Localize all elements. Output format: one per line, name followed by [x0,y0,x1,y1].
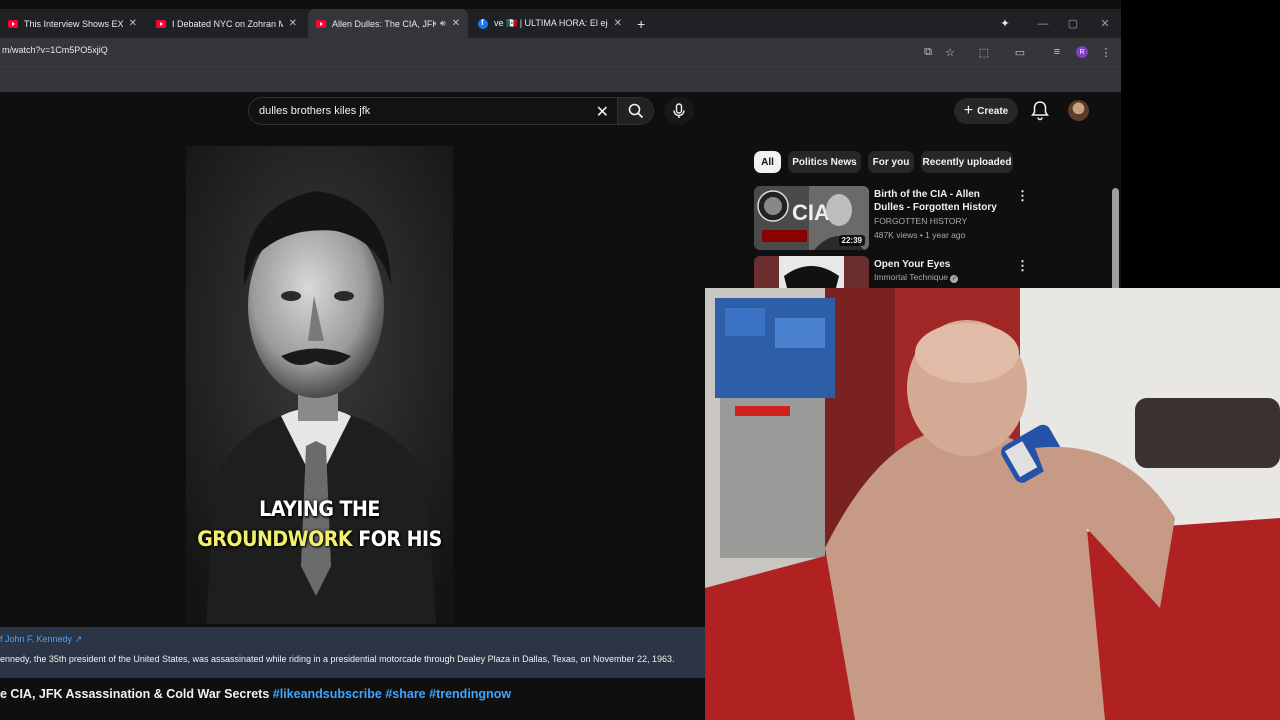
youtube-icon [156,19,166,28]
tab-title: ve 🇲🇽 | ULTIMA HORA: El ejército [494,18,608,28]
close-icon[interactable]: ✕ [452,18,460,29]
window-close-icon[interactable]: ✕ [1090,9,1120,38]
bookmark-star-icon[interactable]: ☆ [942,44,958,60]
cast-icon[interactable]: ⧉ [920,44,936,60]
more-actions-icon[interactable]: ⋮ [1016,258,1029,274]
caption-highlight: GROUNDWORK [197,527,353,552]
tab-title: This Interview Shows EXACTLY W [24,18,123,29]
extensions-icon[interactable]: ⬚ [976,44,992,60]
recommendation-meta: 487K views • 1 year ago [874,230,966,240]
recommendation-title[interactable]: Open Your Eyes [874,258,1009,271]
tab-4[interactable]: ve 🇲🇽 | ULTIMA HORA: El ejército ✕ [470,9,630,38]
new-tab-button[interactable]: + [633,9,653,38]
bookmarks-bar [0,66,1121,92]
caption-line-1: LAYING THE [259,497,380,522]
clear-search-icon[interactable]: ✕ [596,102,609,122]
maximize-icon[interactable]: ▢ [1058,9,1088,38]
chip-for-you[interactable]: For you [868,151,914,173]
search-input[interactable]: dulles brothers kiles jfk ✕ [248,97,618,125]
tab-title: Allen Dulles: The CIA, JFK A [332,18,436,29]
video-title: e CIA, JFK Assassination & Cold War Secr… [0,687,511,701]
user-avatar[interactable] [1068,100,1089,121]
recommendation-title[interactable]: Birth of the CIA - Allen Dulles - Forgot… [874,188,1009,214]
search-button[interactable] [618,97,654,125]
create-label: Create [977,105,1009,117]
create-button[interactable]: + Create [954,98,1018,124]
context-info-panel: f John F. Kennedy ↗ ennedy, the 35th pre… [0,627,705,678]
youtube-icon [316,19,326,28]
profile-avatar-icon[interactable]: R [1076,46,1088,58]
video-thumbnail[interactable]: CIA 22:39 [754,186,869,250]
notifications-bell-icon[interactable] [1030,100,1050,122]
search-icon [628,103,643,119]
plus-icon: + [963,102,974,119]
tab-2[interactable]: I Debated NYC on Zohran Mam ✕ [148,9,305,38]
verified-badge-icon: ✓ [950,275,959,283]
webcam-video-feed [705,288,1280,720]
media-queue-icon[interactable]: ≡ [1049,44,1065,60]
minimize-icon[interactable]: — [1028,9,1058,38]
video-frame[interactable]: LAYING THE GROUNDWORK FOR HIS [186,146,453,624]
sparkle-icon[interactable]: ✦ [990,9,1020,38]
video-hashtags[interactable]: #likeandsubscribe #share #trendingnow [273,687,511,701]
close-icon[interactable]: ✕ [289,18,297,29]
search-query[interactable]: dulles brothers kiles jfk [259,105,370,117]
tab-strip: This Interview Shows EXACTLY W ✕ I Debat… [0,9,1121,38]
video-player[interactable]: LAYING THE GROUNDWORK FOR HIS [0,130,705,626]
external-link-icon: ↗ [74,634,83,644]
chip-politics-news[interactable]: Politics News [788,151,861,173]
video-caption: LAYING THE GROUNDWORK FOR HIS [186,495,453,554]
thumbnail-text: CIA [792,200,830,225]
video-duration: 22:39 [838,235,865,246]
voice-search-button[interactable] [664,97,694,125]
tab-3-active[interactable]: Allen Dulles: The CIA, JFK A 🔊︎ ✕ [308,9,468,38]
caption-rest: FOR HIS [358,527,442,552]
recommendation-item[interactable]: CIA 22:39 Birth of the CIA - Allen Dulle… [754,186,1034,252]
wikipedia-snippet: ennedy, the 35th president of the United… [0,654,675,664]
speaker-icon[interactable]: 🔊︎ [440,18,446,29]
channel-name: Immortal Technique [874,272,949,282]
youtube-icon [8,19,18,28]
tab-1[interactable]: This Interview Shows EXACTLY W ✕ [0,9,145,38]
recommendation-channel[interactable]: FORGOTTEN HISTORY [874,216,967,226]
recommendation-channel[interactable]: Immortal Technique ✓ [874,272,959,283]
chip-all[interactable]: All [754,151,781,173]
close-icon[interactable]: ✕ [129,18,137,29]
kebab-menu-icon[interactable]: ⋮ [1098,44,1114,60]
close-icon[interactable]: ✕ [614,18,622,29]
tab-title: I Debated NYC on Zohran Mam [172,18,283,29]
url-field[interactable]: m/watch?v=1Cm5PO5xjiQ [2,45,108,55]
webcam-overlay [705,288,1280,720]
more-actions-icon[interactable]: ⋮ [1016,188,1029,204]
address-bar: m/watch?v=1Cm5PO5xjiQ ⧉ ☆ ⬚ ▭ ≡ R ⋮ [0,38,1121,66]
wikipedia-link[interactable]: f John F. Kennedy ↗ [0,634,82,645]
wikipedia-link-text: f John F. Kennedy [0,634,73,644]
caption-line-2: GROUNDWORK FOR HIS [186,525,453,555]
chip-recently-uploaded[interactable]: Recently uploaded [921,151,1013,173]
sidepanel-icon[interactable]: ▭ [1012,44,1028,60]
video-title-text: e CIA, JFK Assassination & Cold War Secr… [0,687,270,701]
facebook-icon [478,18,488,29]
microphone-icon [673,103,685,118]
